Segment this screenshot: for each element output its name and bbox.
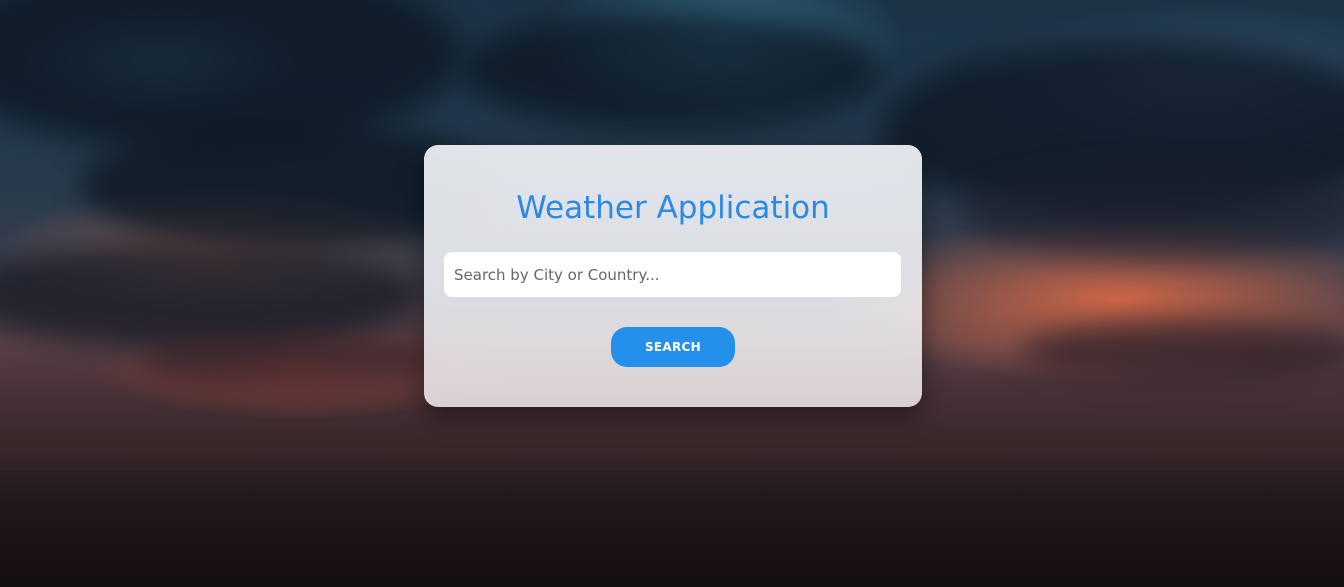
cloud-shape xyxy=(140,330,440,390)
cloud-shape xyxy=(1020,320,1344,380)
background-sky: Weather Application SEARCH xyxy=(0,0,1344,587)
search-input[interactable] xyxy=(444,252,901,297)
cloud-shape xyxy=(460,10,880,130)
search-card: Weather Application SEARCH xyxy=(424,145,922,407)
search-button[interactable]: SEARCH xyxy=(611,327,735,367)
page-title: Weather Application xyxy=(516,190,830,226)
cloud-shape xyxy=(960,170,1344,260)
sea-horizon xyxy=(0,470,1344,587)
